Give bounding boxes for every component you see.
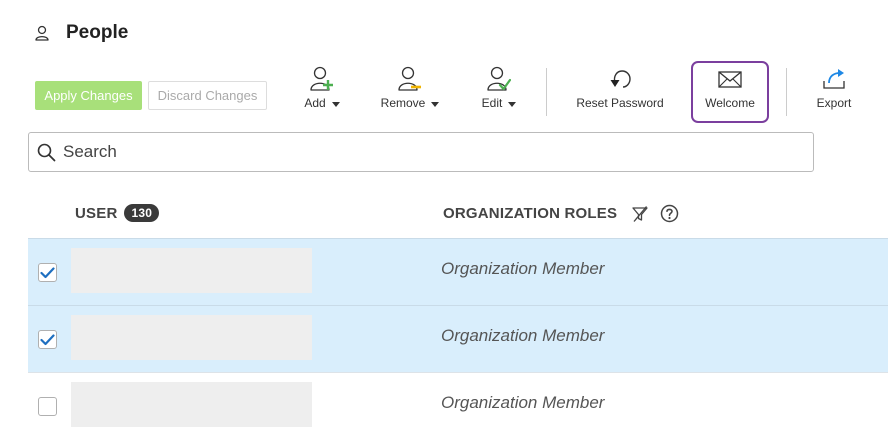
row-checkbox[interactable] — [38, 263, 57, 282]
table-row[interactable]: Organization Member — [28, 238, 888, 305]
welcome-button[interactable]: Welcome — [697, 66, 763, 116]
role-text: Organization Member — [441, 393, 605, 412]
roles-column-label: ORGANIZATION ROLES — [443, 205, 618, 222]
user-edit-icon — [487, 66, 511, 92]
person-icon — [34, 25, 50, 41]
role-text: Organization Member — [441, 326, 605, 345]
apply-changes-button[interactable]: Apply Changes — [35, 81, 142, 110]
user-count-badge: 130 — [124, 204, 160, 222]
user-cell-placeholder — [71, 248, 312, 293]
export-label: Export — [816, 96, 852, 110]
help-icon[interactable] — [660, 204, 679, 223]
page-header: People — [34, 22, 128, 44]
row-checkbox[interactable] — [38, 397, 57, 416]
chevron-down-icon — [431, 101, 440, 107]
welcome-label: Welcome — [705, 96, 755, 110]
user-column-label: USER — [75, 204, 118, 222]
search-input[interactable] — [63, 142, 763, 162]
chevron-down-icon — [331, 101, 340, 107]
search-bar — [28, 132, 814, 172]
reset-password-label: Reset Password — [576, 96, 664, 110]
role-text: Organization Member — [441, 259, 605, 278]
search-icon — [37, 143, 56, 162]
user-remove-icon — [398, 66, 422, 92]
checkmark-icon — [40, 266, 55, 279]
edit-label: Edit — [481, 96, 503, 110]
export-button[interactable]: Export — [811, 66, 857, 116]
user-cell-placeholder — [71, 382, 312, 427]
user-cell-placeholder — [71, 315, 312, 360]
reset-password-icon — [607, 66, 633, 92]
column-header-roles: ORGANIZATION ROLES — [443, 204, 679, 223]
table-row[interactable]: Organization Member — [28, 372, 888, 437]
remove-button[interactable]: Remove — [378, 66, 442, 116]
row-checkbox[interactable] — [38, 330, 57, 349]
checkmark-icon — [40, 333, 55, 346]
add-label: Add — [304, 96, 326, 110]
user-add-icon — [310, 66, 334, 92]
chevron-down-icon — [508, 101, 517, 107]
add-button[interactable]: Add — [300, 66, 344, 116]
envelope-icon — [717, 66, 743, 92]
toolbar-divider — [546, 68, 547, 116]
table-row[interactable]: Organization Member — [28, 305, 888, 372]
remove-label: Remove — [380, 96, 426, 110]
column-header-user[interactable]: USER 130 — [75, 204, 160, 222]
filter-off-icon[interactable] — [631, 205, 649, 223]
edit-button[interactable]: Edit — [477, 66, 521, 116]
toolbar-divider — [786, 68, 787, 116]
discard-changes-button[interactable]: Discard Changes — [148, 81, 267, 110]
page-title: People — [66, 22, 129, 43]
reset-password-button[interactable]: Reset Password — [571, 66, 669, 116]
export-icon — [821, 66, 847, 92]
